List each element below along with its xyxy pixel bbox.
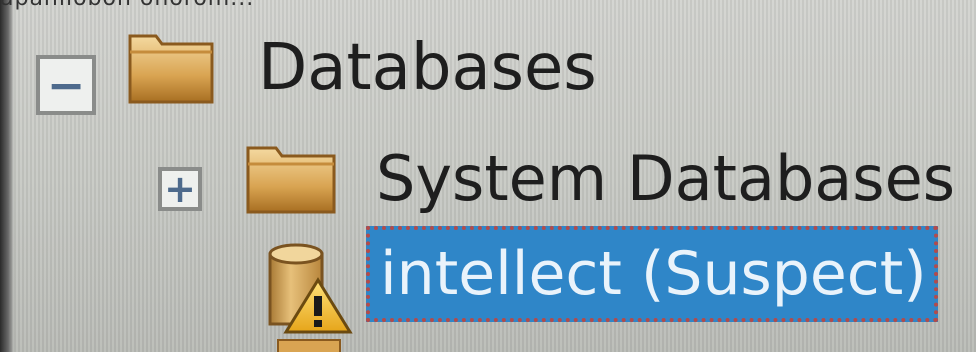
selected-tree-item[interactable]: intellect (Suspect) xyxy=(366,226,938,322)
folder-icon xyxy=(277,339,341,352)
database-warning-icon xyxy=(268,243,353,334)
cropped-header-text: apanilobon onorom... xyxy=(0,0,254,11)
collapse-databases-toggle[interactable]: − xyxy=(36,55,96,115)
intellect-suspect-label: intellect (Suspect) xyxy=(380,239,927,309)
monitor-bezel xyxy=(0,0,14,352)
plus-icon: + xyxy=(164,167,196,211)
system-databases-label[interactable]: System Databases xyxy=(376,148,955,210)
expand-system-databases-toggle[interactable]: + xyxy=(158,167,202,211)
databases-label[interactable]: Databases xyxy=(258,36,597,100)
folder-icon xyxy=(128,34,214,104)
object-explorer-panel: apanilobon onorom... − Databases + xyxy=(0,0,976,352)
folder-icon xyxy=(246,146,336,214)
minus-icon: − xyxy=(46,58,86,112)
